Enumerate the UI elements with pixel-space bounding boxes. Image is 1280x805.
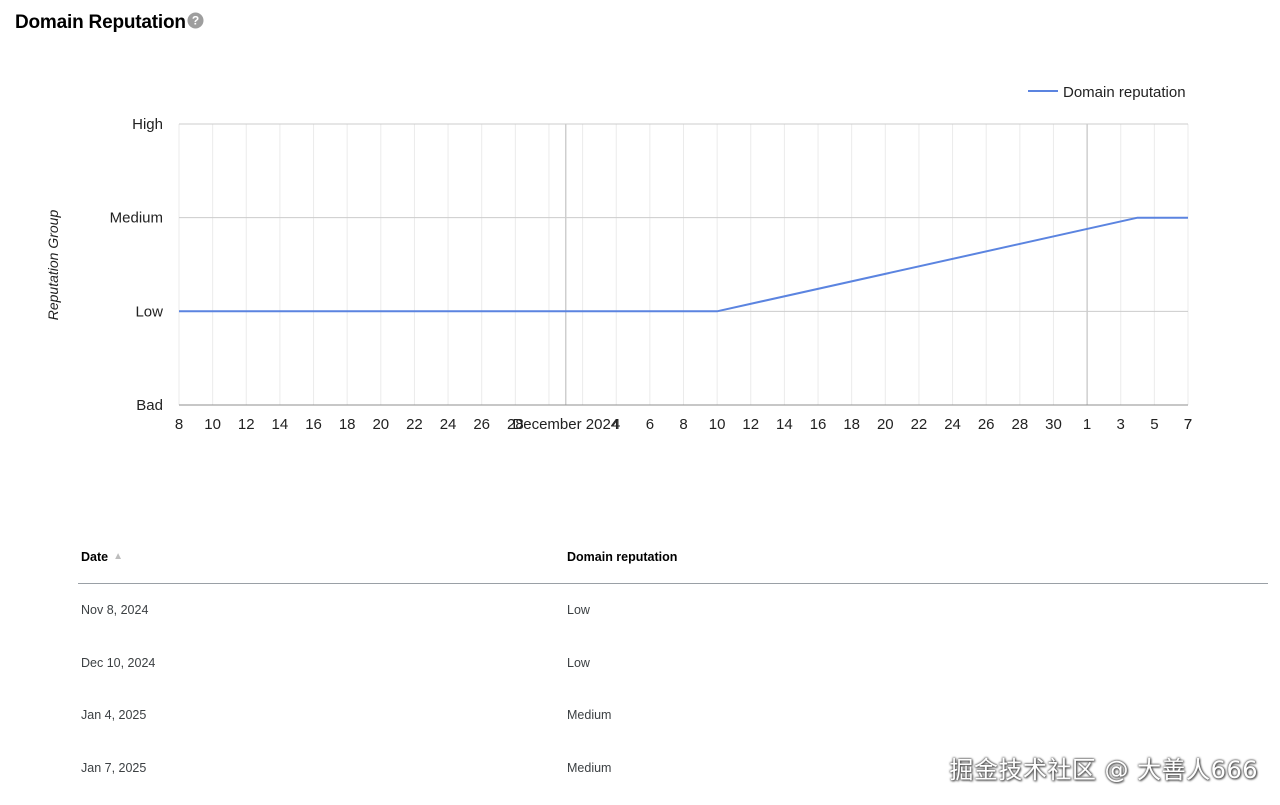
cell-reputation: Low [567,603,590,617]
x-tick-label: December 2024 [512,416,619,433]
sort-ascending-icon: ▲ [113,551,123,562]
x-tick-label: 4 [612,416,620,433]
x-tick-label: 8 [679,416,687,433]
x-tick-label: 26 [473,416,490,433]
y-tick-label: High [132,116,163,133]
x-tick-label: 22 [911,416,928,433]
x-tick-label: 7 [1184,416,1192,433]
x-tick-label: 24 [440,416,457,433]
table-row: Jan 4, 2025 Medium [78,689,1268,742]
x-tick-label: 10 [204,416,221,433]
x-tick-label: 14 [776,416,793,433]
y-tick-label: Low [135,303,163,320]
column-header-date-label: Date [81,550,109,564]
reputation-line-chart: BadLowMediumHigh8 10 12 14 16 18 20 22 24 26 28Dec… [45,84,1192,433]
x-tick-label: 18 [339,416,356,433]
y-tick-label: Medium [110,210,163,227]
legend-label: Domain reputation [1063,84,1186,101]
x-tick-label: 18 [843,416,860,433]
x-tick-label: 22 [406,416,423,433]
x-tick-label: 30 [1045,416,1062,433]
x-tick-label: 28 [1011,416,1028,433]
cell-reputation: Medium [567,760,612,775]
table-header: Date ▲ Domain reputation [78,530,1268,584]
table-row: Nov 8, 2024 Low [78,584,1268,637]
x-tick-label: 8 [175,416,183,433]
table-row: Dec 10, 2024 Low [78,637,1268,690]
x-tick-label: 6 [646,416,654,433]
column-header-domain-reputation-label: Domain reputation [567,550,678,564]
watermark: 掘金技术社区 @ 大善人666 [949,756,1258,784]
y-axis-title: Reputation Group [45,210,61,321]
column-header-domain-reputation[interactable]: Domain reputation [567,550,677,564]
cell-date: Jan 4, 2025 [81,708,147,722]
x-tick-label: 20 [877,416,894,433]
cell-reputation: Medium [567,708,612,722]
cell-reputation: Low [567,655,590,670]
x-tick-label: 16 [810,416,827,433]
cell-date: Dec 10, 2024 [81,655,156,670]
x-tick-label: 3 [1117,416,1125,433]
x-tick-label: 14 [272,416,289,433]
x-tick-label: 10 [709,416,726,433]
y-tick-label: Bad [136,397,163,414]
cell-date: Nov 8, 2024 [81,603,149,617]
x-tick-label: 1 [1083,416,1091,433]
x-tick-label: 26 [978,416,995,433]
x-tick-label: 16 [305,416,322,433]
x-tick-label: 20 [372,416,389,433]
x-tick-label: 12 [238,416,255,433]
page: Domain Reputation ? Bad Low Medium High 8 10 1… [0,0,1280,805]
x-tick-label: 12 [742,416,759,433]
x-tick-label: 24 [944,416,961,433]
x-tick-label: 5 [1150,416,1158,433]
cell-date: Jan 7, 2025 [81,760,147,775]
column-header-date[interactable]: Date ▲ [81,550,123,564]
